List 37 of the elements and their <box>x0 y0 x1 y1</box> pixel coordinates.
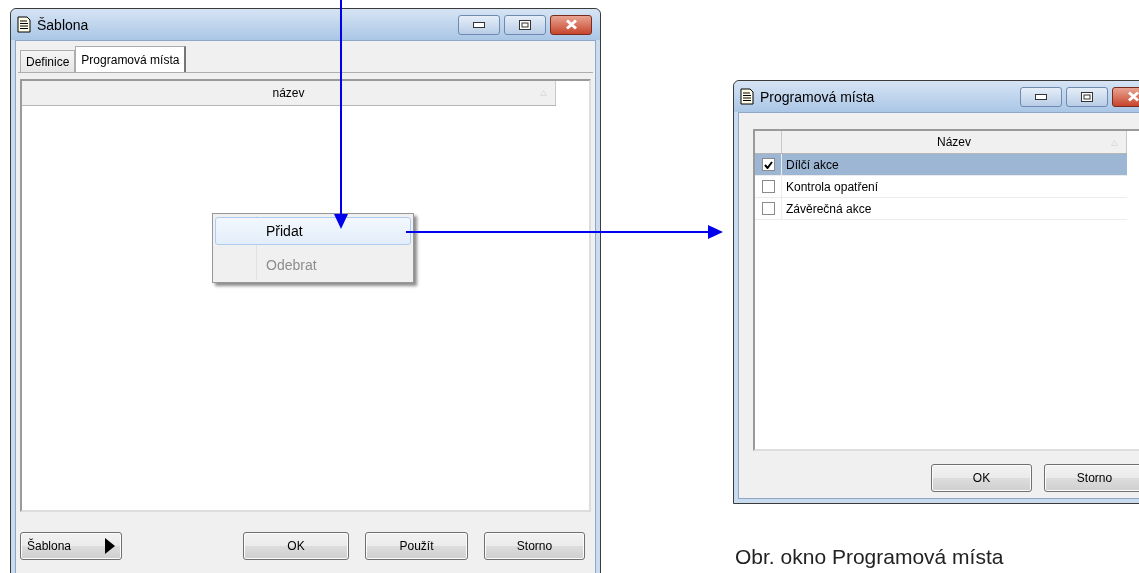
list-row[interactable]: Kontrola opatření <box>755 176 1127 198</box>
row-label: Závěrečná akce <box>785 201 872 216</box>
tab[interactable]: Programová místa <box>75 46 187 72</box>
menu-item[interactable]: Přidat <box>215 217 411 245</box>
row-label: Kontrola opatření <box>785 179 879 194</box>
minimize-button[interactable] <box>1020 86 1062 107</box>
dialog-button[interactable]: OK <box>243 532 349 560</box>
minimize-icon <box>1035 93 1047 100</box>
maximize-icon <box>1081 91 1093 102</box>
minimize-button[interactable] <box>458 14 500 35</box>
close-icon <box>564 19 578 30</box>
checkbox[interactable] <box>761 202 775 215</box>
dialog-button[interactable]: Storno <box>484 532 585 560</box>
check-icon <box>763 160 773 169</box>
close-button[interactable] <box>550 14 592 35</box>
column-header[interactable]: název <box>22 81 556 105</box>
maximize-button[interactable] <box>504 14 546 35</box>
row-label: Dílčí akce <box>785 157 839 172</box>
maximize-button[interactable] <box>1066 86 1108 107</box>
figure-caption: Obr. okno Programová místa <box>735 545 1004 569</box>
triangle-icon <box>105 538 115 554</box>
template-button[interactable]: Šablona <box>20 532 122 560</box>
checkbox[interactable] <box>761 180 775 193</box>
document-icon <box>740 88 754 105</box>
dialog-button[interactable]: Storno <box>1044 464 1139 492</box>
tab[interactable]: Definice <box>20 50 76 72</box>
minimize-icon <box>473 21 485 28</box>
window-title: Šablona <box>37 16 90 33</box>
list-row[interactable]: Závěrečná akce <box>755 198 1127 220</box>
maximize-icon <box>519 19 531 30</box>
document-icon <box>17 16 31 33</box>
window-title: Programová místa <box>760 88 876 105</box>
checkbox[interactable] <box>761 158 775 171</box>
dialog-button[interactable]: OK <box>931 464 1032 492</box>
list-row[interactable]: Dílčí akce <box>755 154 1127 176</box>
dialog-button[interactable]: Použít <box>365 532 468 560</box>
close-icon <box>1126 91 1139 102</box>
